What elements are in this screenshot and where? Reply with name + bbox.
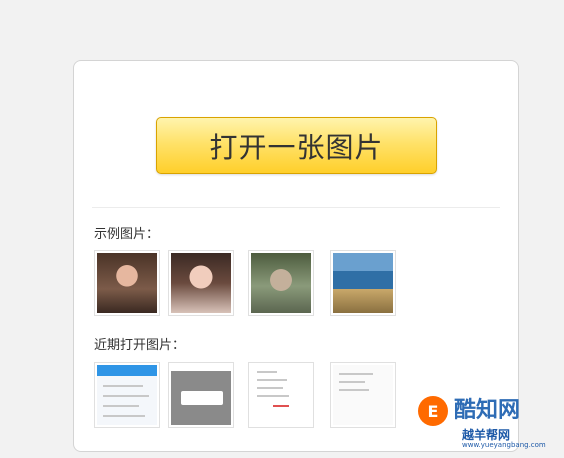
text-line	[339, 389, 369, 391]
open-image-button[interactable]: 打开一张图片	[156, 117, 437, 174]
text-line	[257, 371, 277, 373]
sample-image-2[interactable]	[168, 250, 234, 316]
portrait-child-photo	[251, 253, 311, 313]
sample-image-4[interactable]	[330, 250, 396, 316]
text-line	[103, 415, 145, 417]
text-line	[257, 395, 289, 397]
watermark-url: www.yueyangbang.com	[462, 441, 546, 449]
app-screenshot	[97, 365, 157, 425]
sample-images-label: 示例图片：	[94, 227, 160, 242]
divider	[92, 207, 500, 208]
recent-image-3[interactable]	[248, 362, 314, 428]
red-link	[273, 405, 289, 407]
watermark-brand: 酷知网	[454, 398, 521, 423]
sample-images-list	[94, 250, 396, 316]
dialog-box	[181, 391, 223, 405]
text-line	[103, 395, 149, 397]
portrait-woman-photo	[171, 253, 231, 313]
recent-image-1[interactable]	[94, 362, 160, 428]
text-line	[103, 405, 139, 407]
text-line	[257, 379, 287, 381]
text-line	[257, 387, 283, 389]
portrait-woman-photo	[97, 253, 157, 313]
text-line	[339, 381, 365, 383]
recent-image-2[interactable]	[168, 362, 234, 428]
site-watermark: E 酷知网 越羊帮网 www.yueyangbang.com	[408, 386, 558, 452]
open-image-button-label: 打开一张图片	[209, 130, 384, 164]
landscape-sea-photo	[333, 253, 393, 313]
recent-images-label: 近期打开图片：	[94, 338, 186, 353]
sample-image-3[interactable]	[248, 250, 314, 316]
recent-image-4[interactable]	[330, 362, 396, 428]
settings-screenshot	[251, 365, 311, 425]
form-screenshot	[333, 365, 393, 425]
sample-image-1[interactable]	[94, 250, 160, 316]
text-line	[339, 373, 373, 375]
dialog-screenshot	[171, 365, 231, 425]
recent-images-list	[94, 362, 396, 428]
text-line	[103, 385, 143, 387]
brand-logo-icon: E	[418, 396, 448, 426]
